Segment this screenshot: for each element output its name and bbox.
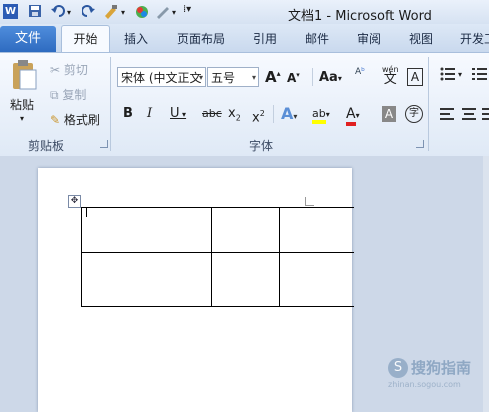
divider [273,105,274,123]
undo-icon[interactable] [50,4,68,20]
chevron-down-icon[interactable]: ▾ [458,70,462,79]
cut-button[interactable]: ✂ 剪切 [50,61,88,78]
shrink-font-icon[interactable]: A▾ [287,71,300,85]
change-case-button[interactable]: Aa▾ [319,70,342,85]
word-icon[interactable]: W [3,4,18,19]
divider [312,68,313,86]
tab-references[interactable]: 引用 [253,30,277,47]
text-effects-icon[interactable]: A▾ [281,105,297,123]
font-color-icon: A [346,106,356,126]
font-color-button[interactable]: A▾ [346,105,360,126]
enclose-characters-button[interactable]: 字 [405,105,423,123]
ribbon-tabs: 文件 开始 插入 页面布局 引用 邮件 审阅 视图 开发工 [0,24,489,53]
table-cell[interactable] [279,207,354,253]
title-bar: W ▾ ▾ ▾ ⁞▾ 文档1 - Microsoft Word [0,0,489,24]
sogou-logo-icon: S [388,358,408,378]
font-launcher-icon[interactable] [416,140,424,148]
grow-font-icon[interactable]: A▴ [265,68,281,86]
color-icon[interactable] [134,4,150,20]
character-shading-icon[interactable]: A [382,106,396,122]
chevron-down-icon: ▾ [251,73,256,82]
format-painter-button[interactable]: ✎ 格式刷 [50,111,100,128]
paste-button[interactable]: 粘贴 [10,96,34,113]
chevron-down-icon: ▾ [198,73,203,82]
highlighter-icon: ab [312,107,326,124]
font-name-value: 宋体 (中文正文 [121,71,202,85]
table-row [81,252,354,307]
italic-button[interactable]: I [147,105,152,123]
paste-icon[interactable] [10,59,38,94]
watermark-url: zhinan.sogou.com [388,380,461,389]
table-cell[interactable] [211,207,280,253]
margin-corner-mark [305,197,314,206]
change-case-label: Aa [319,70,338,85]
tab-home[interactable]: 开始 [61,25,110,53]
pen-icon[interactable] [155,4,171,20]
character-border-button[interactable]: A [407,68,423,86]
copy-icon: ⧉ [50,88,59,102]
vertical-scrollbar[interactable] [483,156,489,412]
chevron-down-icon: ▾ [325,110,330,119]
subscript-button[interactable]: x2 [228,105,241,123]
align-center-icon[interactable] [462,108,476,123]
align-right-icon[interactable] [482,108,489,123]
table-row [81,207,354,253]
strikethrough-button[interactable]: abc [202,105,222,123]
tab-page-layout[interactable]: 页面布局 [177,30,225,47]
tab-view[interactable]: 视图 [409,30,433,47]
chevron-down-icon: ▾ [355,111,360,120]
brush-icon: ✎ [50,113,61,127]
font-name-combo[interactable]: 宋体 (中文正文 ▾ [117,67,206,87]
window-title: 文档1 - Microsoft Word [288,9,432,24]
save-icon[interactable] [28,4,42,20]
align-left-icon[interactable] [440,108,454,123]
phonetic-char: 文 [383,72,397,87]
text-cursor [86,208,87,217]
table-cell[interactable] [279,252,354,307]
superscript-button[interactable]: x2 [252,105,265,125]
group-divider [428,57,429,151]
redo-icon[interactable] [81,4,96,20]
tab-mailings[interactable]: 邮件 [305,30,329,47]
watermark-title: 搜狗指南 [411,359,472,377]
tab-file[interactable]: 文件 [0,26,56,52]
chevron-down-icon: ▾ [337,74,342,83]
table-cell[interactable] [81,252,212,307]
tab-insert[interactable]: 插入 [124,30,148,47]
customize-icon[interactable]: ⁞▾ [183,4,191,20]
phonetic-guide-button[interactable]: wén 文 [382,65,399,87]
underline-button[interactable]: U ▾ [170,105,186,123]
document-table[interactable] [81,207,354,307]
table-cell[interactable] [211,252,280,307]
chevron-down-icon: ▾ [293,112,298,121]
table-cell[interactable] [81,207,212,253]
numbering-icon[interactable] [472,67,488,84]
paste-dropdown-icon[interactable]: ▾ [20,114,24,123]
clear-format-icon[interactable]: Aᵇ [355,67,365,77]
tab-developer[interactable]: 开发工 [460,30,489,47]
cut-label: 剪切 [63,63,88,77]
dropdown-icon[interactable]: ▾ [172,8,176,24]
dropdown-icon[interactable]: ▾ [121,8,125,24]
font-group-label: 字体 [249,139,274,153]
tab-review[interactable]: 审阅 [357,30,381,47]
format-painter-label: 格式刷 [63,113,100,127]
scissors-icon: ✂ [50,63,61,77]
bullets-icon[interactable] [440,67,456,84]
highlight-color-button[interactable]: ab▾ [312,105,330,124]
font-size-combo[interactable]: 五号 ▾ [207,67,259,87]
group-divider [110,57,111,151]
ribbon: 粘贴 ▾ ✂ 剪切 ⧉ 复制 ✎ 格式刷 剪贴板 宋体 (中文正文 ▾ 五号 ▾… [0,52,489,157]
bold-button[interactable]: B [123,105,133,123]
copy-label: 复制 [62,88,87,102]
clipboard-launcher-icon[interactable] [100,140,108,148]
undo-dropdown-icon[interactable]: ▾ [67,8,71,24]
copy-button[interactable]: ⧉ 复制 [50,86,86,103]
clipboard-group-label: 剪贴板 [28,139,65,153]
format-painter-icon[interactable] [103,4,121,20]
table-move-handle-icon[interactable]: ✥ [68,195,81,208]
font-size-value: 五号 [211,71,236,85]
chevron-down-icon: ▾ [179,110,187,119]
